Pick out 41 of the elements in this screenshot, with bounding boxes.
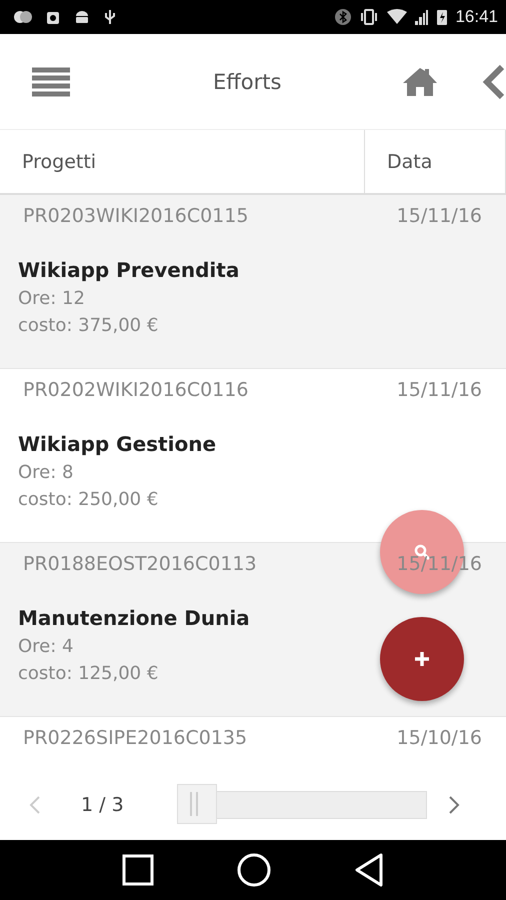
battery-icon [437,9,448,25]
usb-icon [104,9,116,25]
chevron-left-icon [29,795,41,815]
project-row[interactable]: PR0203WIKI2016C0115 15/11/16 Wikiapp Prevendita Ore: 12 costo: 375,00 € [0,195,506,369]
project-hours: Ore: 12 [18,287,85,311]
project-hours: Ore: 8 [18,461,74,485]
project-date: 15/11/16 [396,379,482,401]
signal-icon [415,9,430,25]
home-circle-icon[interactable] [236,853,271,887]
project-hours: Ore: 4 [18,635,74,659]
page-title: Efforts [213,70,282,94]
project-code: PR0203WIKI2016C0115 [23,205,248,227]
recents-icon[interactable] [122,854,154,886]
menu-icon [32,66,70,96]
project-cost: costo: 250,00 € [18,488,158,512]
back-icon [482,64,506,100]
project-title: Wikiapp Gestione [18,431,216,458]
plus-icon [414,651,430,667]
column-header[interactable]: Progetti [0,130,365,193]
project-title: Wikiapp Prevendita [18,257,240,284]
wifi-icon [387,9,408,25]
project-cost: costo: 125,00 € [18,662,158,686]
bluetooth-icon [335,9,352,25]
back-triangle-icon[interactable] [354,853,384,887]
notification-icon [14,10,32,24]
project-code: PR0188EOST2016C0113 [23,553,257,575]
project-code: PR0226SIPE2016C0135 [23,727,248,749]
chevron-right-icon [448,795,460,815]
camera-icon [46,9,60,25]
project-code: PR0202WIKI2016C0116 [23,379,248,401]
column-header[interactable]: Data [365,130,506,193]
project-title: Manutenzione Dunia [18,605,250,632]
vibrate-icon [359,9,380,25]
page-indicator: 1 / 3 [81,794,125,816]
page-slider[interactable] [177,784,427,826]
slider-thumb[interactable] [177,784,217,824]
project-date: 15/10/16 [396,727,482,749]
project-cost: costo: 375,00 € [18,314,158,338]
project-date: 15/11/16 [396,205,482,227]
status-time: 16:41 [455,7,498,27]
home-icon [402,66,438,96]
